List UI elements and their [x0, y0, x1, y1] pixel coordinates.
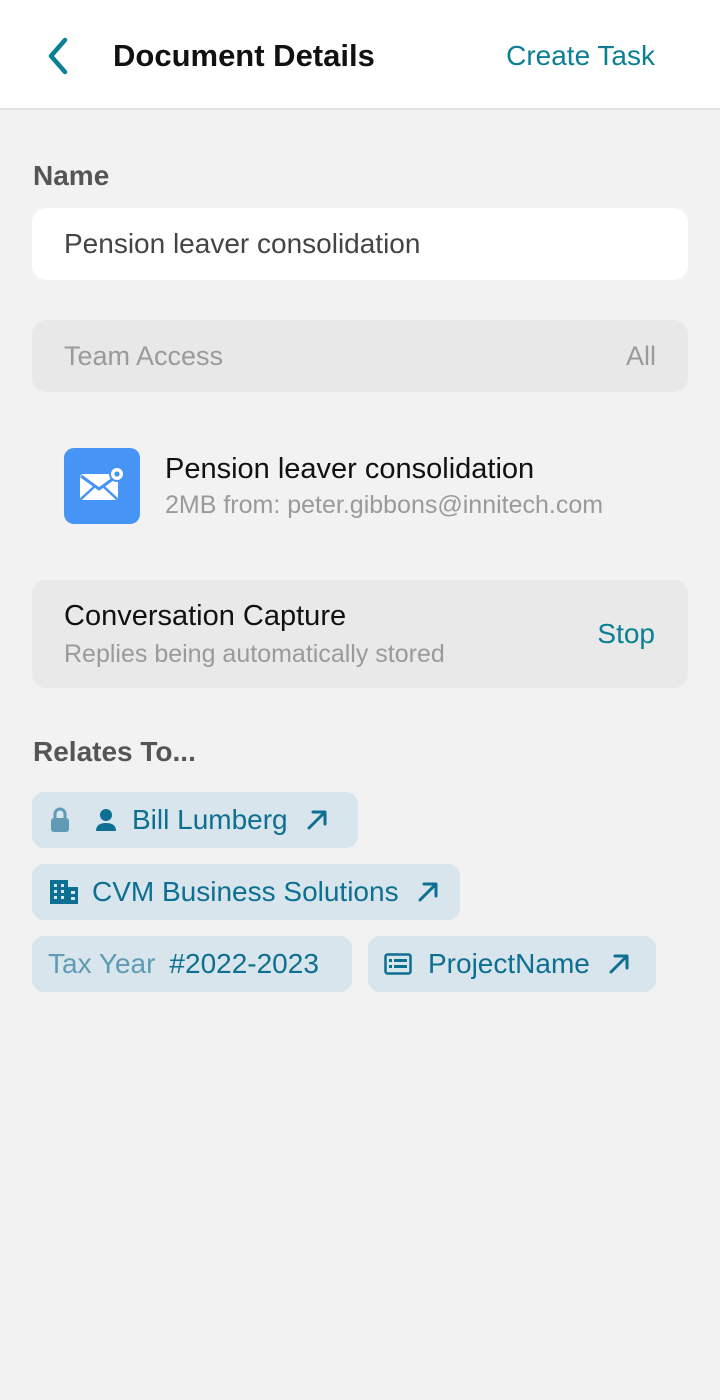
document-item[interactable]: Pension leaver consolidation 2MB from: p…: [64, 448, 684, 524]
conversation-capture-subtitle: Replies being automatically stored: [64, 640, 445, 668]
email-attachment-icon: [64, 448, 140, 524]
name-input[interactable]: [32, 208, 688, 280]
back-button[interactable]: [36, 34, 80, 78]
team-access-label: Team Access: [64, 340, 224, 371]
relation-chip-project[interactable]: ProjectName: [368, 936, 656, 992]
document-subtitle: 2MB from: peter.gibbons@innitech.com: [165, 491, 604, 519]
project-card-icon: [384, 953, 412, 975]
conversation-capture-card: Conversation Capture Replies being autom…: [32, 580, 688, 688]
building-icon: [48, 879, 80, 905]
relation-chip-label: #2022-2023: [169, 948, 319, 979]
relates-to-label: Relates To...: [33, 736, 196, 767]
team-access-value: All: [625, 340, 656, 371]
document-title: Pension leaver consolidation: [165, 453, 535, 485]
conversation-capture-title: Conversation Capture: [64, 600, 347, 632]
chevron-left-icon: [48, 37, 68, 75]
relation-chip-label: ProjectName: [428, 948, 590, 979]
tax-year-prefix: Tax Year: [48, 948, 156, 979]
relation-chip-label: Bill Lumberg: [132, 804, 288, 835]
app-header: Document Details Create Task: [0, 0, 720, 110]
team-access-select[interactable]: Team Access All: [32, 320, 688, 392]
relation-chip-label: CVM Business Solutions: [92, 876, 399, 907]
stop-capture-button[interactable]: Stop: [597, 618, 655, 650]
page-title: Document Details: [113, 38, 375, 73]
open-external-icon: [306, 809, 328, 831]
open-external-icon: [417, 881, 439, 903]
name-label: Name: [33, 160, 110, 191]
open-external-icon: [608, 953, 630, 975]
lock-icon: [48, 807, 72, 833]
relation-chip-company[interactable]: CVM Business Solutions: [32, 864, 460, 920]
relation-chip-tax-year[interactable]: Tax Year #2022-2023: [32, 936, 352, 992]
create-task-button[interactable]: Create Task: [506, 36, 655, 76]
person-icon: [94, 808, 118, 832]
relation-chip-person[interactable]: Bill Lumberg: [32, 792, 358, 848]
